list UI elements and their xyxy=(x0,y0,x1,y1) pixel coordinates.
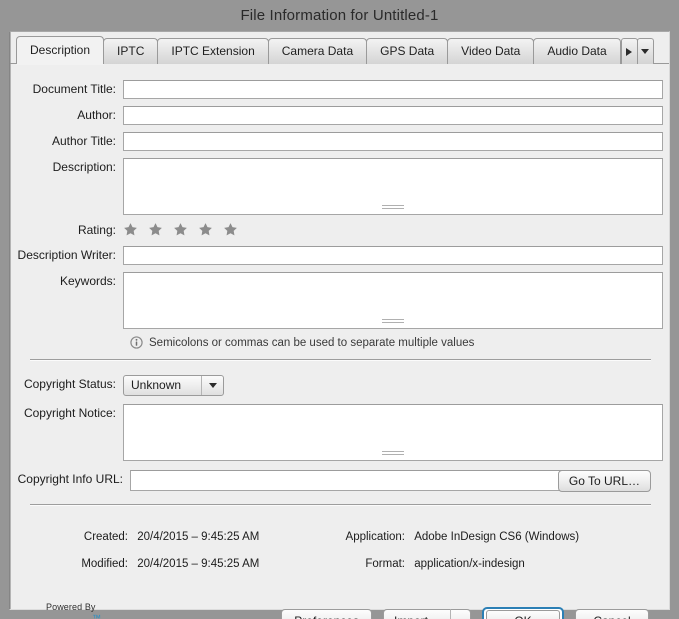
copyright-status-value: Unknown xyxy=(131,378,182,392)
dialog-footer: Created: 20/4/2015 – 9:45:25 AM Modified… xyxy=(10,522,669,619)
tab-list-button[interactable] xyxy=(636,38,654,64)
description-label: Description: xyxy=(52,160,116,174)
field-row-description-writer: Description Writer: xyxy=(10,246,663,265)
resize-grip-icon[interactable] xyxy=(382,319,404,325)
tab-description[interactable]: Description xyxy=(16,36,105,64)
author-title-label: Author Title: xyxy=(51,134,116,148)
description-textarea-wrapper[interactable] xyxy=(123,158,663,215)
tab-camera-data[interactable]: Camera Data xyxy=(267,38,368,64)
star-icon-3[interactable] xyxy=(173,222,188,237)
modified-value: 20/4/2015 – 9:45:25 AM xyxy=(137,558,260,570)
field-row-copyright-info-url: Copyright Info URL: Go To URL… xyxy=(10,470,651,492)
created-value: 20/4/2015 – 9:45:25 AM xyxy=(137,531,260,543)
tab-label: Video Data xyxy=(461,44,521,58)
field-row-copyright-status: Copyright Status: Unknown xyxy=(10,375,224,396)
triangle-right-icon xyxy=(626,47,633,56)
format-value: application/x-indesign xyxy=(414,558,525,570)
tab-scroll-right-button[interactable] xyxy=(620,38,638,64)
application-label: Application: xyxy=(345,531,405,543)
keywords-textarea-wrapper[interactable] xyxy=(123,272,663,329)
section-divider-2 xyxy=(30,504,651,505)
format-label: Format: xyxy=(365,558,405,570)
tab-iptc-extension[interactable]: IPTC Extension xyxy=(157,38,269,64)
go-to-url-button[interactable]: Go To URL… xyxy=(557,470,651,492)
field-row-description: Description: xyxy=(10,158,663,215)
document-title-input[interactable] xyxy=(123,80,663,99)
star-icon-2[interactable] xyxy=(148,222,163,237)
svg-text:mp: mp xyxy=(50,610,92,619)
resize-grip-icon[interactable] xyxy=(382,205,404,211)
copyright-status-label: Copyright Status: xyxy=(23,377,116,391)
field-row-rating: Rating: xyxy=(10,221,238,240)
tab-audio-data[interactable]: Audio Data xyxy=(533,38,621,64)
tab-video-data[interactable]: Video Data xyxy=(447,38,535,64)
svg-text:™: ™ xyxy=(92,613,101,619)
tab-label: IPTC xyxy=(117,44,145,58)
copyright-info-url-label: Copyright Info URL: xyxy=(17,472,123,486)
rating-stars[interactable] xyxy=(123,221,238,237)
copyright-info-url-group: Go To URL… xyxy=(130,470,651,492)
star-icon-4[interactable] xyxy=(198,222,213,237)
application-value: Adobe InDesign CS6 (Windows) xyxy=(414,531,580,543)
import-button[interactable]: Import… xyxy=(382,609,451,619)
tab-strip: Description IPTC IPTC Extension Camera D… xyxy=(10,35,669,64)
document-title-label: Document Title: xyxy=(32,82,116,96)
copyright-notice-textarea-wrapper[interactable] xyxy=(123,404,663,461)
resize-grip-icon[interactable] xyxy=(382,451,404,457)
star-icon-5[interactable] xyxy=(223,222,238,237)
copyright-info-url-input[interactable] xyxy=(130,470,577,491)
dialog-panel: Description IPTC IPTC Extension Camera D… xyxy=(9,31,670,619)
tab-overflow-controls xyxy=(620,38,654,64)
metadata-format: Format: application/x-indesign xyxy=(337,558,525,570)
chevron-down-icon xyxy=(641,49,650,54)
svg-text:x: x xyxy=(35,610,51,619)
description-writer-label: Description Writer: xyxy=(17,248,116,262)
field-row-author: Author: xyxy=(10,106,663,125)
field-row-keywords: Keywords: xyxy=(10,272,663,329)
field-row-copyright-notice: Copyright Notice: xyxy=(10,404,663,461)
copyright-notice-label: Copyright Notice: xyxy=(23,406,116,420)
author-input[interactable] xyxy=(123,106,663,125)
import-dropdown-button[interactable] xyxy=(451,609,471,619)
chevron-down-icon[interactable] xyxy=(201,376,223,395)
tab-label: Description xyxy=(30,43,91,57)
cancel-button[interactable]: Cancel xyxy=(575,609,649,619)
description-tab-panel: Document Title: Author: Author Title: De… xyxy=(10,64,669,521)
field-row-author-title: Author Title: xyxy=(10,132,663,151)
info-icon xyxy=(130,336,143,349)
file-info-dialog: File Information for Untitled-1 Descript… xyxy=(0,0,679,619)
ok-button[interactable]: OK xyxy=(482,607,564,619)
tab-label: IPTC Extension xyxy=(171,44,255,58)
page-title: File Information for Untitled-1 xyxy=(240,7,439,24)
keywords-hint: Semicolons or commas can be used to sepa… xyxy=(130,336,474,349)
tab-label: Camera Data xyxy=(281,44,354,58)
metadata-application: Application: Adobe InDesign CS6 (Windows… xyxy=(337,531,580,543)
tab-iptc[interactable]: IPTC xyxy=(103,38,159,64)
tab-label: Audio Data xyxy=(547,44,607,58)
metadata-modified: Modified: 20/4/2015 – 9:45:25 AM xyxy=(76,558,259,570)
xmp-logo: Powered By x mp ™ xyxy=(35,602,113,619)
created-label: Created: xyxy=(83,531,128,543)
author-label: Author: xyxy=(77,108,116,122)
section-divider-1 xyxy=(30,359,651,360)
metadata-created: Created: 20/4/2015 – 9:45:25 AM xyxy=(76,531,259,543)
import-split-button: Import… xyxy=(382,609,471,619)
ok-button-label: OK xyxy=(486,610,560,619)
keywords-hint-text: Semicolons or commas can be used to sepa… xyxy=(149,336,475,349)
tab-gps-data[interactable]: GPS Data xyxy=(366,38,449,64)
description-writer-input[interactable] xyxy=(123,246,663,265)
modified-label: Modified: xyxy=(81,558,128,570)
star-icon-1[interactable] xyxy=(123,222,138,237)
rating-label: Rating: xyxy=(77,223,116,237)
author-title-input[interactable] xyxy=(123,132,663,151)
dialog-button-row: Preferences Import… OK Cancel xyxy=(281,607,649,619)
tab-label: GPS Data xyxy=(380,44,435,58)
xmp-wordmark-icon: x mp ™ xyxy=(35,609,101,619)
copyright-status-dropdown[interactable]: Unknown xyxy=(123,375,224,396)
title-bar: File Information for Untitled-1 xyxy=(0,0,679,31)
field-row-document-title: Document Title: xyxy=(10,80,663,99)
keywords-label: Keywords: xyxy=(59,274,116,288)
preferences-button[interactable]: Preferences xyxy=(281,609,372,619)
